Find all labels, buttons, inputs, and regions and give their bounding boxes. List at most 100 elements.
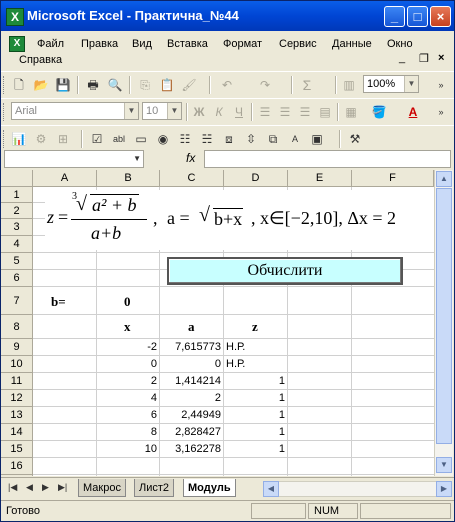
toolbar-options-icon[interactable]: »	[433, 104, 449, 120]
chart-icon[interactable]: 📊	[11, 131, 27, 147]
cell-x[interactable]: 0	[97, 358, 157, 370]
format-painter-icon[interactable]: 🖌	[181, 77, 197, 93]
row-header-9[interactable]: 9	[1, 339, 33, 356]
tab-makros[interactable]: Макрос	[78, 479, 126, 497]
last-sheet-icon[interactable]: ▶|	[58, 482, 67, 493]
row-header-7[interactable]: 7	[1, 287, 33, 315]
row-header-15[interactable]: 15	[1, 441, 33, 458]
option-button-icon[interactable]: ◉	[155, 131, 171, 147]
cell-d8[interactable]: z	[252, 319, 258, 335]
redo-icon[interactable]: ↷	[257, 77, 273, 93]
excel-app-icon[interactable]: X	[6, 8, 24, 26]
fill-color-icon[interactable]: 🪣	[371, 104, 387, 120]
italic-button[interactable]: К	[211, 104, 227, 120]
row-header-17[interactable]: 17	[1, 475, 33, 476]
doc-close-button[interactable]: ×	[438, 52, 444, 64]
maximize-button[interactable]: □	[407, 6, 428, 27]
name-box[interactable]: ▼	[4, 150, 144, 168]
prev-sheet-icon[interactable]: ◀	[26, 482, 33, 493]
toggle-button-icon[interactable]: ⧈	[221, 131, 237, 147]
toolbar-grip[interactable]	[3, 76, 7, 94]
minimize-button[interactable]: _	[384, 6, 405, 27]
zoom-select[interactable]: 100% ▼	[363, 75, 419, 93]
vertical-scrollbar[interactable]: ▲ ▼	[434, 170, 453, 476]
chart-wizard-icon[interactable]: ▥	[341, 77, 357, 93]
cell-z[interactable]: 1	[224, 375, 285, 387]
column-header-f[interactable]: F	[352, 170, 434, 187]
formula-input[interactable]	[204, 150, 451, 168]
calculate-button[interactable]: Обчислити	[167, 257, 403, 285]
tab-list2[interactable]: Лист2	[134, 479, 175, 497]
save-icon[interactable]: 💾	[55, 77, 71, 93]
menu-view[interactable]: Вид	[132, 38, 152, 50]
underline-button[interactable]: Ч	[231, 104, 247, 120]
cell-c8[interactable]: a	[188, 319, 195, 335]
cell-x[interactable]: 8	[97, 426, 157, 438]
column-header-b[interactable]: B	[97, 170, 160, 187]
cell-a[interactable]: 7,615773	[160, 341, 221, 353]
scrollbar-control-icon[interactable]: ⧉	[265, 131, 281, 147]
cell-x[interactable]: 6	[97, 409, 157, 421]
cell-z[interactable]: 1	[224, 443, 285, 455]
close-button[interactable]: ×	[430, 6, 451, 27]
row-header-11[interactable]: 11	[1, 373, 33, 390]
cell-z[interactable]: 1	[224, 426, 285, 438]
next-sheet-icon[interactable]: ▶	[42, 482, 49, 493]
align-center-icon[interactable]: ☰	[277, 104, 293, 120]
cell-z[interactable]: 1	[224, 409, 285, 421]
merge-cells-icon[interactable]: ▤	[317, 104, 333, 120]
cell-a[interactable]: 2,44949	[160, 409, 221, 421]
chevron-down-icon[interactable]: ▼	[124, 103, 138, 119]
cell-x[interactable]: -2	[97, 341, 157, 353]
cell-a7[interactable]: b=	[51, 294, 66, 310]
combobox-control-icon[interactable]: ☵	[199, 131, 215, 147]
cell-x[interactable]: 2	[97, 375, 157, 387]
open-icon[interactable]: 📂	[33, 77, 49, 93]
print-icon[interactable]: 🖶	[85, 77, 101, 93]
chevron-down-icon[interactable]: ▼	[133, 154, 141, 163]
spinner-control-icon[interactable]: ⇳	[243, 131, 259, 147]
listbox-control-icon[interactable]: ☷	[177, 131, 193, 147]
copy-icon[interactable]: ⎘	[137, 77, 153, 93]
bold-button[interactable]: Ж	[191, 104, 207, 120]
scroll-right-icon[interactable]: ▶	[436, 481, 452, 497]
column-header-c[interactable]: C	[160, 170, 224, 187]
row-header-6[interactable]: 6	[1, 270, 33, 287]
toolbar-grip[interactable]	[3, 103, 7, 121]
select-all-corner[interactable]	[1, 170, 33, 187]
undo-icon[interactable]: ↶	[219, 77, 235, 93]
row-header-13[interactable]: 13	[1, 407, 33, 424]
doc-restore-button[interactable]: ❐	[419, 52, 429, 65]
print-preview-icon[interactable]: 🔍	[107, 77, 123, 93]
menu-service[interactable]: Сервис	[279, 38, 317, 50]
cell-a[interactable]: 2,828427	[160, 426, 221, 438]
cell-x[interactable]: 4	[97, 392, 157, 404]
row-header-12[interactable]: 12	[1, 390, 33, 407]
font-name-select[interactable]: Arial ▼	[11, 102, 139, 120]
image-control-icon[interactable]: ▣	[309, 131, 325, 147]
vertical-scroll-thumb[interactable]	[436, 188, 452, 444]
cell-a[interactable]: 1,414214	[160, 375, 221, 387]
doc-minimize-button[interactable]: _	[399, 52, 405, 64]
chevron-down-icon[interactable]: ▼	[404, 76, 418, 92]
column-header-d[interactable]: D	[224, 170, 288, 187]
tab-modul[interactable]: Модуль	[183, 479, 236, 497]
row-header-1[interactable]: 1	[1, 187, 33, 203]
column-header-e[interactable]: E	[288, 170, 352, 187]
cell-z[interactable]: Н.Р.	[226, 341, 245, 353]
row-header-4[interactable]: 4	[1, 236, 33, 253]
row-header-3[interactable]: 3	[1, 219, 33, 236]
cell-a[interactable]: 3,162278	[160, 443, 221, 455]
first-sheet-icon[interactable]: |◀	[8, 482, 17, 493]
font-color-icon[interactable]: A	[405, 104, 421, 120]
menu-edit[interactable]: Правка	[81, 38, 118, 50]
scroll-down-icon[interactable]: ▼	[436, 457, 452, 473]
borders-icon[interactable]: ▦	[343, 104, 359, 120]
row-header-14[interactable]: 14	[1, 424, 33, 441]
horizontal-scrollbar[interactable]: ◀ ▶	[263, 481, 452, 497]
cell-z[interactable]: Н.Р.	[226, 358, 245, 370]
cell-x[interactable]: 10	[97, 443, 157, 455]
formula-image[interactable]: z = 3 √ a² + b a+b , a = √ b+x , x∈[−2,1…	[45, 190, 434, 250]
paste-icon[interactable]: 📋	[159, 77, 175, 93]
checkbox-control-icon[interactable]: ☑	[89, 131, 105, 147]
